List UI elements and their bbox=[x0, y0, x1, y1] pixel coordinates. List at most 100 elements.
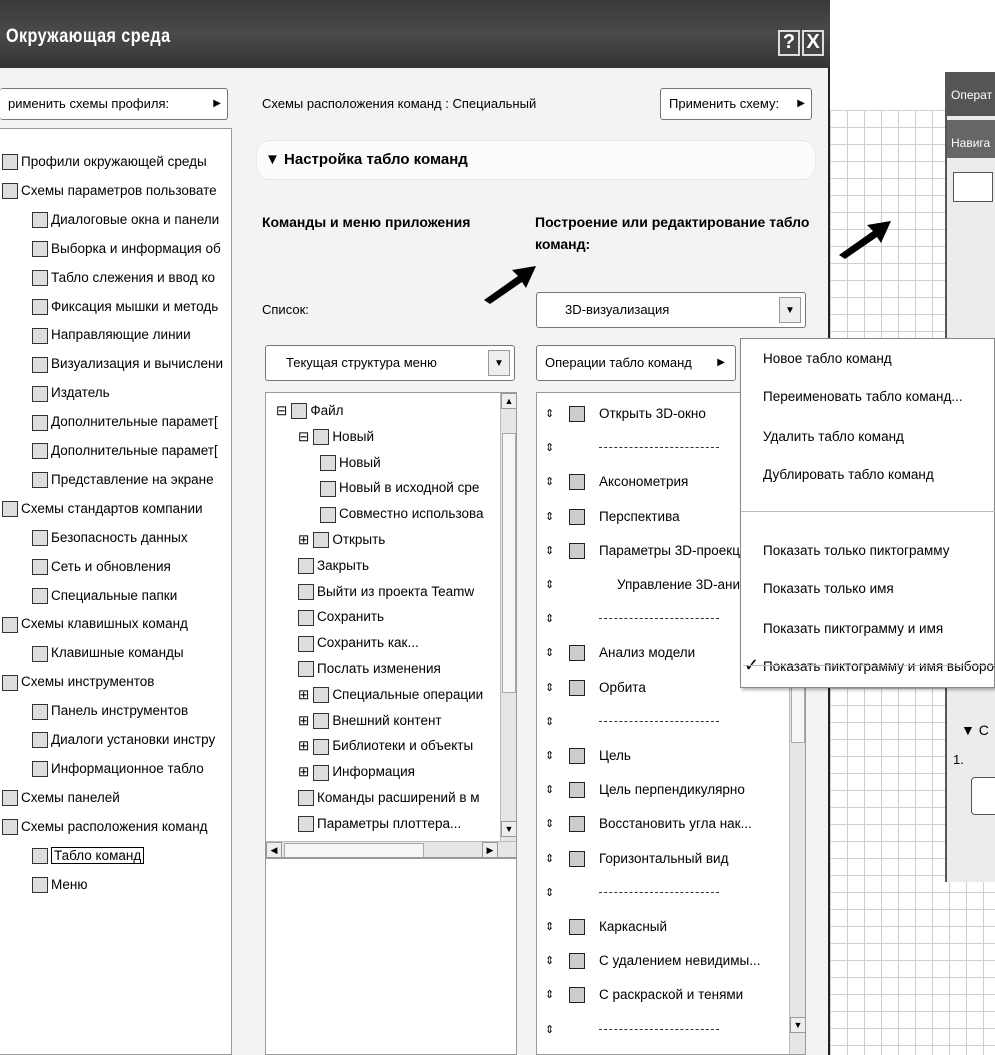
tree-item[interactable]: Безопасность данных bbox=[32, 528, 188, 548]
tree-item[interactable]: Издатель bbox=[32, 383, 110, 403]
tree-item[interactable]: Схемы инструментов bbox=[2, 672, 154, 692]
drag-handle-icon[interactable]: ⇕ bbox=[545, 980, 554, 1010]
drag-handle-icon[interactable]: ⇕ bbox=[545, 502, 554, 532]
popup-menu-item[interactable]: Показать только пиктограмму bbox=[763, 543, 949, 558]
tree-item[interactable]: Диалоговые окна и панели bbox=[32, 210, 219, 230]
menu-tree-item[interactable]: Выйти из проекта Teamw bbox=[298, 582, 474, 602]
menu-tree-item[interactable]: Сохранить bbox=[298, 607, 384, 627]
menu-tree-item[interactable]: Послать изменения bbox=[298, 659, 441, 679]
command-row[interactable]: ⇕ С удалением невидимы... bbox=[537, 946, 792, 976]
drag-handle-icon[interactable]: ⇕ bbox=[545, 638, 554, 668]
menu-tree-item[interactable]: Параметры плоттера... bbox=[298, 814, 461, 834]
popup-menu-item[interactable]: Новое табло команд bbox=[763, 351, 892, 366]
tree-item[interactable]: Представление на экране bbox=[32, 470, 214, 490]
drag-handle-icon[interactable]: ⇕ bbox=[545, 604, 554, 634]
drag-handle-icon[interactable]: ⇕ bbox=[545, 536, 554, 566]
tree-item[interactable]: Фиксация мышки и методь bbox=[32, 297, 218, 317]
drag-handle-icon[interactable]: ⇕ bbox=[545, 912, 554, 942]
drag-handle-icon[interactable]: ⇕ bbox=[545, 399, 554, 429]
scroll-down-icon[interactable]: ▼ bbox=[501, 821, 516, 837]
menu-tree-item[interactable]: ⊞ Открыть bbox=[298, 530, 385, 550]
menu-tree-item[interactable]: Совместно использова bbox=[320, 504, 484, 524]
menu-tree-item[interactable]: Команды расширений в м bbox=[298, 788, 480, 808]
tree-item[interactable]: Дополнительные парамет[ bbox=[32, 441, 218, 461]
tree-item[interactable]: Клавишные команды bbox=[32, 643, 184, 663]
command-row[interactable]: ⇕ С раскраской и тенями bbox=[537, 980, 792, 1010]
drag-handle-icon[interactable]: ⇕ bbox=[545, 946, 554, 976]
scroll-left-icon[interactable]: ◀ bbox=[266, 842, 282, 857]
menu-tree-item[interactable]: Закрыть bbox=[298, 556, 369, 576]
menu-tree-hscrollbar[interactable]: ◀ ▶ bbox=[266, 841, 516, 857]
title-bar[interactable]: Окружающая среда ? X bbox=[0, 0, 830, 68]
visualization-select[interactable]: 3D-визуализация ▼ bbox=[536, 292, 806, 328]
tree-item[interactable]: Выборка и информация об bbox=[32, 239, 221, 259]
menu-tree-item[interactable]: ⊞ Специальные операции bbox=[298, 685, 483, 705]
drag-handle-icon[interactable]: ⇕ bbox=[545, 673, 554, 703]
background-tab-label[interactable]: ▼ С bbox=[961, 722, 989, 738]
tree-item[interactable]: Дополнительные парамет[ bbox=[32, 412, 218, 432]
tree-item[interactable]: Панель инструментов bbox=[32, 701, 188, 721]
drag-handle-icon[interactable]: ⇕ bbox=[545, 707, 554, 737]
drag-handle-icon[interactable]: ⇕ bbox=[545, 878, 554, 908]
menu-tree-item[interactable]: Новый bbox=[320, 453, 381, 473]
popup-menu-item[interactable]: Показать пиктограмму и имя выбороч bbox=[763, 659, 995, 674]
command-row[interactable]: ⇕ Цель bbox=[537, 741, 792, 771]
menu-tree-item[interactable]: Сохранить как... bbox=[298, 633, 419, 653]
tree-item[interactable]: Схемы стандартов компании bbox=[2, 499, 203, 519]
expand-icon[interactable]: ⊞ bbox=[298, 738, 309, 753]
drag-handle-icon[interactable]: ⇕ bbox=[545, 844, 554, 874]
scroll-right-icon[interactable]: ▶ bbox=[482, 842, 498, 857]
tree-item[interactable]: Табло слежения и ввод ко bbox=[32, 268, 215, 288]
command-row[interactable]: ⇕ bbox=[537, 878, 792, 908]
command-row[interactable]: ⇕ Восстановить угла нак... bbox=[537, 809, 792, 839]
collapse-icon[interactable]: ⊟ bbox=[276, 403, 287, 418]
command-row[interactable]: ⇕ bbox=[537, 1015, 792, 1045]
command-row[interactable]: ⇕ bbox=[537, 707, 792, 737]
drag-handle-icon[interactable]: ⇕ bbox=[545, 775, 554, 805]
menu-tree-item[interactable]: ⊟ Файл bbox=[276, 401, 344, 421]
command-row[interactable]: ⇕ Горизонтальный вид bbox=[537, 844, 792, 874]
menu-tree-item[interactable]: Новый в исходной сре bbox=[320, 478, 479, 498]
drag-handle-icon[interactable]: ⇕ bbox=[545, 809, 554, 839]
menu-structure-select[interactable]: Текущая структура меню ▼ bbox=[265, 345, 515, 381]
tree-item[interactable]: Специальные папки bbox=[32, 586, 177, 606]
menu-tree-item[interactable]: ⊞ Библиотеки и объекты bbox=[298, 736, 473, 756]
close-button[interactable]: X bbox=[802, 30, 824, 56]
command-row[interactable]: ⇕ Цель перпендикулярно bbox=[537, 775, 792, 805]
popup-menu-item[interactable]: Удалить табло команд bbox=[763, 429, 904, 444]
menu-tree-item[interactable]: ⊟ Новый bbox=[298, 427, 374, 447]
expand-icon[interactable]: ⊞ bbox=[298, 532, 309, 547]
scroll-up-icon[interactable]: ▲ bbox=[501, 393, 516, 409]
tree-item[interactable]: Диалоги установки инстру bbox=[32, 730, 215, 750]
hscroll-thumb[interactable] bbox=[284, 843, 424, 857]
scroll-down-icon[interactable]: ▼ bbox=[790, 1017, 805, 1033]
command-row[interactable]: ⇕ Каркасный bbox=[537, 912, 792, 942]
tree-item[interactable]: Схемы расположения команд bbox=[2, 817, 208, 837]
expand-icon[interactable]: ⊞ bbox=[298, 764, 309, 779]
popup-menu-item[interactable]: Показать пиктограмму и имя bbox=[763, 621, 943, 636]
tree-item[interactable]: Профили окружающей среды bbox=[2, 152, 207, 172]
background-toolbar-button[interactable] bbox=[953, 172, 993, 202]
collapse-icon[interactable]: ⊟ bbox=[298, 429, 309, 444]
apply-scheme-button[interactable]: Применить схему: ▶ bbox=[660, 88, 812, 120]
tree-item[interactable]: Направляющие линии bbox=[32, 325, 191, 345]
expand-icon[interactable]: ⊞ bbox=[298, 713, 309, 728]
background-button[interactable] bbox=[971, 777, 995, 815]
expand-icon[interactable]: ⊞ bbox=[298, 687, 309, 702]
tree-item[interactable]: Меню bbox=[32, 875, 88, 895]
menu-tree-item[interactable]: ⊞ Внешний контент bbox=[298, 711, 442, 731]
apply-profile-button[interactable]: рименить схемы профиля: ▶ bbox=[0, 88, 228, 120]
menu-tree-item[interactable]: ⊞ Информация bbox=[298, 762, 415, 782]
command-ops-button[interactable]: Операции табло команд ▶ bbox=[536, 345, 736, 381]
drag-handle-icon[interactable]: ⇕ bbox=[545, 467, 554, 497]
drag-handle-icon[interactable]: ⇕ bbox=[545, 741, 554, 771]
popup-menu-item[interactable]: Дублировать табло команд bbox=[763, 467, 934, 482]
tree-item[interactable]: Визуализация и вычислени bbox=[32, 354, 223, 374]
popup-menu-item[interactable]: Переименовать табло команд... bbox=[763, 389, 963, 404]
tree-item[interactable]: Схемы клавишных команд bbox=[2, 614, 188, 634]
tree-item[interactable]: Схемы панелей bbox=[2, 788, 120, 808]
tree-item[interactable]: Схемы параметров пользовате bbox=[2, 181, 217, 201]
drag-handle-icon[interactable]: ⇕ bbox=[545, 433, 554, 463]
tree-item[interactable]: Табло команд bbox=[32, 846, 145, 866]
background-window-nav[interactable]: Навига bbox=[947, 120, 995, 158]
